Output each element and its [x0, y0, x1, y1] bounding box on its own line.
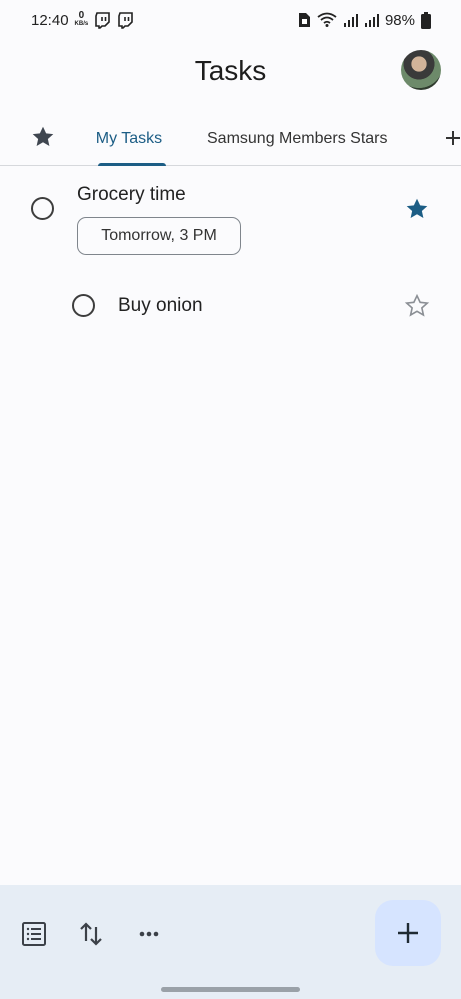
twitch-icon	[94, 11, 111, 29]
complete-checkbox[interactable]	[31, 197, 54, 220]
due-date-chip[interactable]: Tomorrow, 3 PM	[77, 217, 241, 255]
page-title: Tasks	[194, 55, 267, 86]
plus-icon	[446, 131, 460, 145]
tab-samsung-members-stars[interactable]: Samsung Members Stars	[207, 112, 388, 165]
sort-icon	[80, 922, 102, 946]
star-filled-icon	[406, 198, 428, 218]
status-left: 12:40 0 KB/s	[31, 10, 134, 29]
status-right: 98%	[297, 11, 431, 29]
subtask-item[interactable]: Buy onion	[0, 284, 461, 328]
task-title[interactable]: Grocery time	[77, 184, 186, 206]
add-list-button[interactable]	[444, 126, 461, 150]
network-speed: 0 KB/s	[74, 10, 89, 28]
star-outline-icon	[404, 293, 430, 317]
app-header: Tasks	[0, 40, 461, 102]
subtask-title[interactable]: Buy onion	[118, 295, 203, 317]
plus-icon	[398, 923, 418, 943]
tab-starred[interactable]	[30, 124, 56, 150]
add-task-button[interactable]	[375, 900, 441, 966]
battery-percent: 98%	[384, 11, 415, 29]
signal-icon	[364, 13, 379, 28]
task-list-tabs: My Tasks Samsung Members Stars	[0, 112, 461, 166]
star-button[interactable]	[404, 196, 430, 222]
bottom-app-bar	[0, 885, 461, 999]
more-icon	[139, 931, 159, 937]
wifi-icon	[317, 12, 337, 28]
avatar[interactable]	[401, 50, 441, 90]
complete-checkbox[interactable]	[72, 294, 95, 317]
list-icon	[22, 922, 46, 946]
list-view-button[interactable]	[20, 920, 48, 948]
star-icon	[32, 126, 54, 146]
task-item[interactable]: Grocery time Tomorrow, 3 PM	[0, 178, 461, 268]
star-button[interactable]	[404, 293, 430, 319]
selected-tab-indicator	[98, 163, 166, 166]
home-indicator[interactable]	[161, 987, 300, 992]
battery-icon	[421, 11, 431, 29]
status-bar: 12:40 0 KB/s 98%	[0, 0, 461, 40]
status-time: 12:40	[31, 11, 69, 29]
sim-icon	[297, 12, 311, 28]
tab-my-tasks[interactable]: My Tasks	[90, 112, 168, 165]
twitch-icon	[117, 11, 134, 29]
signal-icon	[343, 13, 358, 28]
sort-button[interactable]	[77, 920, 105, 948]
network-speed-unit: KB/s	[74, 21, 89, 27]
network-speed-value: 0	[78, 10, 85, 21]
more-options-button[interactable]	[135, 920, 163, 948]
